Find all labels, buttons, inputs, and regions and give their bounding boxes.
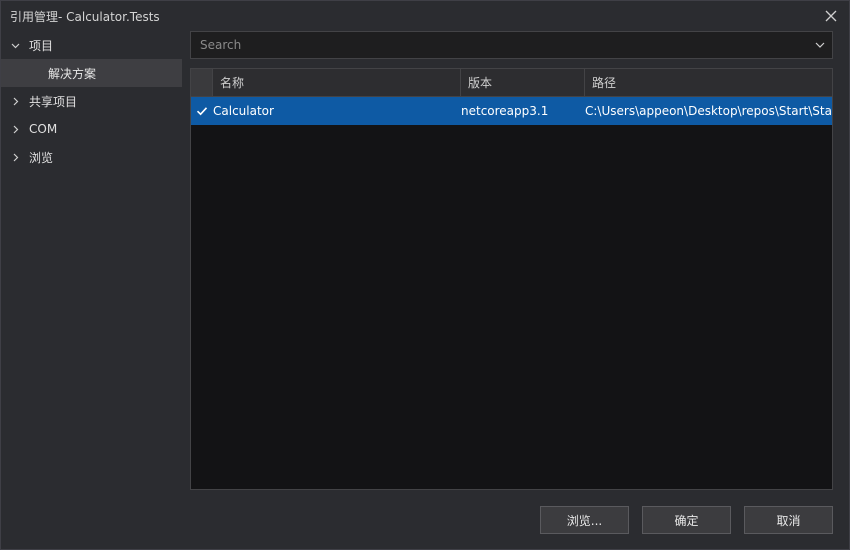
search-input[interactable] xyxy=(200,38,808,52)
sidebar-item-shared-projects[interactable]: 共享项目 xyxy=(1,87,182,115)
sidebar-item-label: COM xyxy=(29,122,58,136)
browse-button[interactable]: 浏览... xyxy=(540,506,629,534)
search-dropdown-button[interactable] xyxy=(808,32,832,58)
cell-name: Calculator xyxy=(213,104,274,118)
row-checkbox[interactable] xyxy=(191,97,213,125)
title-bar: 引用管理- Calculator.Tests xyxy=(1,1,849,31)
table-row[interactable]: Calculator netcoreapp3.1 C:\Users\appeon… xyxy=(191,97,832,125)
sidebar-item-com[interactable]: COM xyxy=(1,115,182,143)
column-header-name[interactable]: 名称 xyxy=(213,69,461,96)
chevron-down-icon xyxy=(9,39,21,51)
search-box xyxy=(190,31,833,59)
sidebar-item-browse[interactable]: 浏览 xyxy=(1,143,182,171)
sidebar-item-label: 项目 xyxy=(29,38,54,53)
sidebar-item-projects[interactable]: 项目 xyxy=(1,31,182,59)
cancel-button[interactable]: 取消 xyxy=(744,506,833,534)
sidebar-item-solution[interactable]: 解决方案 xyxy=(1,59,182,87)
window-title: 引用管理- Calculator.Tests xyxy=(10,9,160,24)
header-check-column xyxy=(191,69,213,96)
reference-manager-window: 引用管理- Calculator.Tests 项目 解决方案 共享项目 COM … xyxy=(0,0,850,550)
reference-table: 名称 版本 路径 Calculator netcoreapp3.1 C:\Use… xyxy=(190,68,833,490)
cell-path: C:\Users\appeon\Desktop\repos\Start\Star… xyxy=(585,104,832,118)
close-icon xyxy=(825,10,837,22)
cell-version: netcoreapp3.1 xyxy=(461,104,549,118)
checkmark-icon xyxy=(196,107,208,116)
sidebar-item-label: 解决方案 xyxy=(48,66,97,81)
column-header-version[interactable]: 版本 xyxy=(461,69,585,96)
chevron-down-icon xyxy=(815,42,825,48)
ok-button[interactable]: 确定 xyxy=(642,506,731,534)
table-header: 名称 版本 路径 xyxy=(191,69,832,97)
sidebar-item-label: 共享项目 xyxy=(29,94,78,109)
chevron-right-icon xyxy=(9,123,21,135)
chevron-right-icon xyxy=(9,95,21,107)
sidebar-item-label: 浏览 xyxy=(29,150,54,165)
close-button[interactable] xyxy=(821,6,841,26)
chevron-right-icon xyxy=(9,151,21,163)
column-header-path[interactable]: 路径 xyxy=(585,69,832,96)
sidebar: 项目 解决方案 共享项目 COM 浏览 xyxy=(1,31,182,171)
